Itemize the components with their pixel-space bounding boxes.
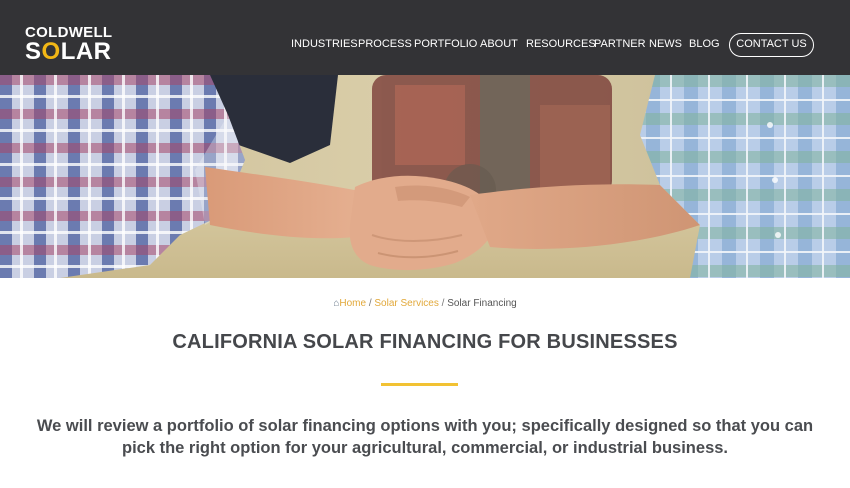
contact-us-button[interactable]: CONTACT US bbox=[729, 33, 814, 57]
site-header: COLDWELL SOLAR INDUSTRIES PROCESS PORTFO… bbox=[0, 0, 850, 75]
breadcrumb-solar-services-link[interactable]: Solar Services bbox=[374, 298, 438, 309]
breadcrumb-current: Solar Financing bbox=[447, 298, 517, 309]
breadcrumb-separator: / bbox=[368, 298, 372, 309]
page-title: CALIFORNIA SOLAR FINANCING FOR BUSINESSE… bbox=[172, 331, 678, 353]
nav-item-news[interactable]: NEWS bbox=[649, 38, 682, 50]
title-divider bbox=[381, 383, 458, 386]
nav-item-about[interactable]: ABOUT bbox=[480, 38, 518, 50]
nav-item-blog[interactable]: BLOG bbox=[689, 38, 720, 50]
nav-item-partner[interactable]: PARTNER bbox=[594, 38, 646, 50]
intro-text: We will review a portfolio of solar fina… bbox=[36, 417, 814, 457]
nav-item-portfolio[interactable]: PORTFOLIO bbox=[414, 38, 477, 50]
breadcrumb: ⌂Home / Solar Services / Solar Financing bbox=[0, 298, 850, 309]
breadcrumb-home-link[interactable]: Home bbox=[339, 298, 366, 309]
nav-item-process[interactable]: PROCESS bbox=[358, 38, 412, 50]
nav-item-industries[interactable]: INDUSTRIES bbox=[291, 38, 358, 50]
breadcrumb-separator: / bbox=[441, 298, 445, 309]
logo-bottom-text: SOLAR bbox=[25, 38, 112, 65]
coldwell-solar-logo[interactable]: COLDWELL SOLAR bbox=[25, 25, 121, 65]
nav-item-resources[interactable]: RESOURCES bbox=[526, 38, 596, 50]
hero-handshake-image bbox=[0, 75, 850, 278]
